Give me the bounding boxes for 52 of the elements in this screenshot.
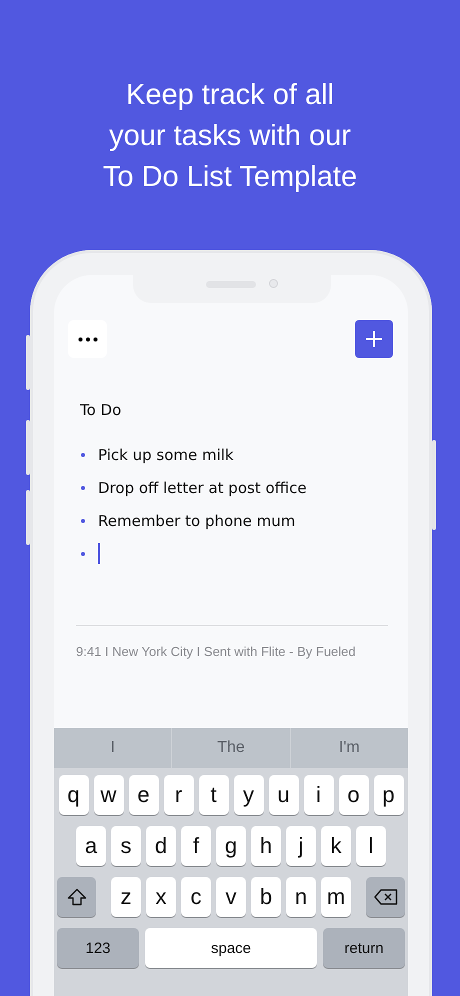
key[interactable]: r	[164, 775, 194, 815]
plus-icon	[365, 330, 383, 348]
suggestion[interactable]: The	[171, 728, 290, 768]
bullet-icon	[81, 486, 85, 490]
key[interactable]: e	[128, 775, 158, 815]
key[interactable]: x	[146, 877, 176, 917]
key[interactable]: t	[198, 775, 228, 815]
key[interactable]: j	[286, 826, 316, 866]
key[interactable]: s	[111, 826, 141, 866]
key[interactable]: b	[251, 877, 281, 917]
key[interactable]: l	[356, 826, 386, 866]
bullet-icon	[81, 552, 85, 556]
numbers-key[interactable]: 123	[57, 928, 139, 968]
key[interactable]: w	[94, 775, 124, 815]
key[interactable]: f	[181, 826, 211, 866]
shift-key[interactable]	[57, 877, 96, 917]
shift-icon	[66, 888, 86, 906]
key[interactable]: g	[216, 826, 246, 866]
key[interactable]: v	[216, 877, 246, 917]
delete-icon	[374, 889, 398, 905]
key[interactable]: o	[338, 775, 368, 815]
todo-item[interactable]: Remember to phone mum	[98, 512, 296, 530]
todo-item[interactable]: Pick up some milk	[98, 446, 234, 464]
key[interactable]: q	[58, 775, 88, 815]
key[interactable]: n	[286, 877, 316, 917]
return-key[interactable]: return	[323, 928, 405, 968]
key[interactable]: i	[304, 775, 334, 815]
todo-item[interactable]: Drop off letter at post office	[98, 478, 307, 496]
more-button[interactable]	[68, 320, 107, 358]
key[interactable]: u	[268, 775, 298, 815]
key[interactable]: a	[76, 826, 106, 866]
footer-text: 9:41 I New York City I Sent with Flite - By Fueled	[76, 643, 356, 661]
headline-text: To Do List Template	[102, 160, 358, 195]
space-key[interactable]: space	[145, 928, 317, 968]
headline-text: Keep track of all	[126, 78, 334, 113]
key[interactable]: d	[146, 826, 176, 866]
add-button[interactable]	[355, 320, 393, 358]
key[interactable]: h	[251, 826, 281, 866]
suggestion[interactable]: I	[54, 728, 172, 768]
key[interactable]: p	[374, 775, 404, 815]
more-icon	[78, 336, 98, 342]
delete-key[interactable]	[366, 877, 405, 917]
key[interactable]: y	[234, 775, 264, 815]
key[interactable]: z	[111, 877, 141, 917]
key[interactable]: m	[321, 877, 351, 917]
key[interactable]: c	[181, 877, 211, 917]
bullet-icon	[81, 452, 85, 456]
note-title: To Do	[80, 400, 122, 420]
headline-text: your tasks with our	[109, 119, 351, 154]
bullet-icon	[81, 518, 85, 522]
suggestion[interactable]: I'm	[290, 728, 408, 768]
key[interactable]: k	[321, 826, 351, 866]
